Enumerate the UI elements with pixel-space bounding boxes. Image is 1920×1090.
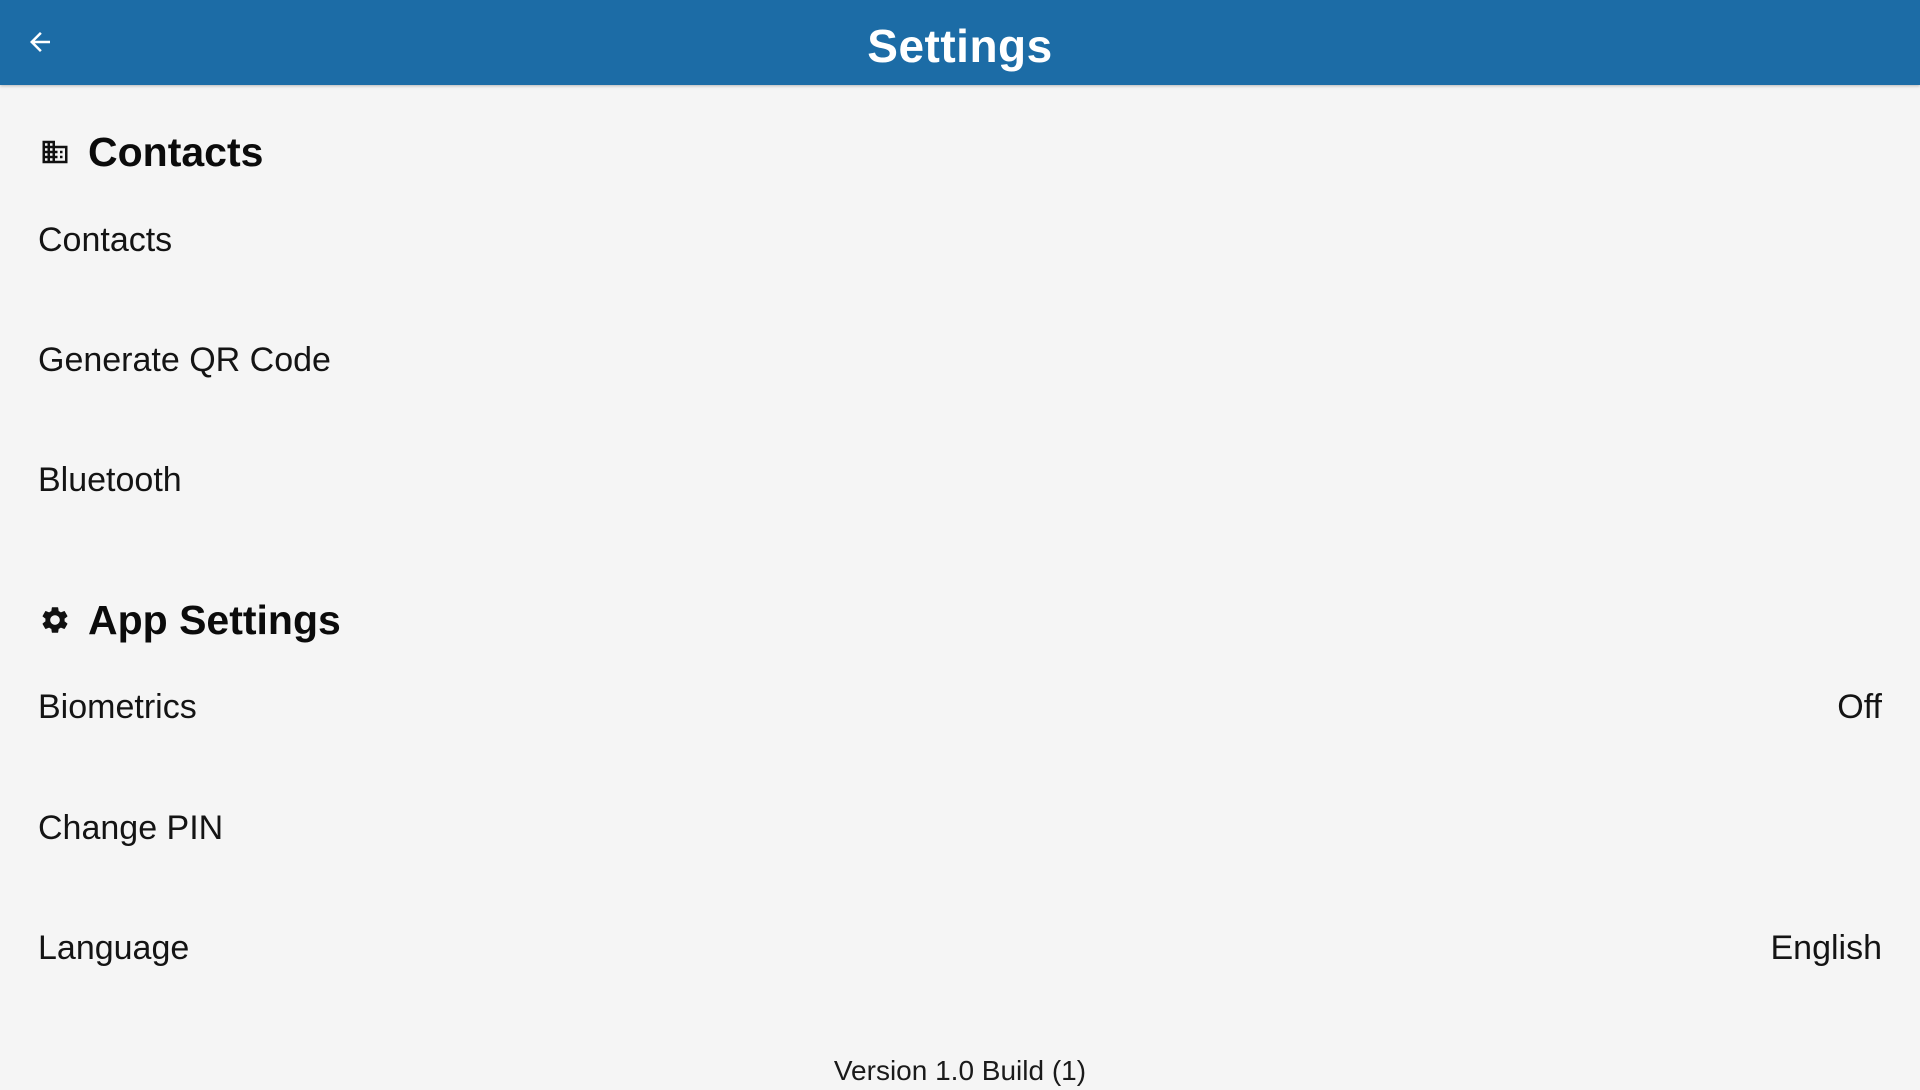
row-value: English: [1770, 929, 1882, 967]
settings-row-contacts[interactable]: Contacts: [0, 185, 1920, 295]
page-title: Settings: [867, 20, 1053, 72]
row-label: Change PIN: [38, 809, 224, 847]
row-label: Language: [38, 929, 190, 967]
settings-row-language[interactable]: Language English: [0, 893, 1920, 1003]
version-text: Version 1.0 Build (1): [833, 1055, 1087, 1086]
app-bar: Settings: [0, 0, 1920, 85]
settings-row-change-pin[interactable]: Change PIN: [0, 773, 1920, 883]
settings-row-generate-qr-code[interactable]: Generate QR Code: [0, 305, 1920, 415]
row-value: Off: [1837, 688, 1882, 726]
gear-icon: [38, 603, 72, 637]
row-label: Biometrics: [38, 688, 197, 726]
section-header-app-settings: App Settings: [38, 590, 341, 650]
row-label: Contacts: [38, 221, 173, 259]
section-title: App Settings: [88, 596, 341, 643]
row-label: Bluetooth: [38, 461, 182, 499]
row-label: Generate QR Code: [38, 341, 331, 379]
section-title: Contacts: [88, 128, 264, 175]
section-header-contacts: Contacts: [38, 122, 263, 182]
settings-row-bluetooth[interactable]: Bluetooth: [0, 425, 1920, 535]
settings-row-biometrics[interactable]: Biometrics Off: [0, 652, 1920, 762]
building-icon: [38, 135, 72, 169]
